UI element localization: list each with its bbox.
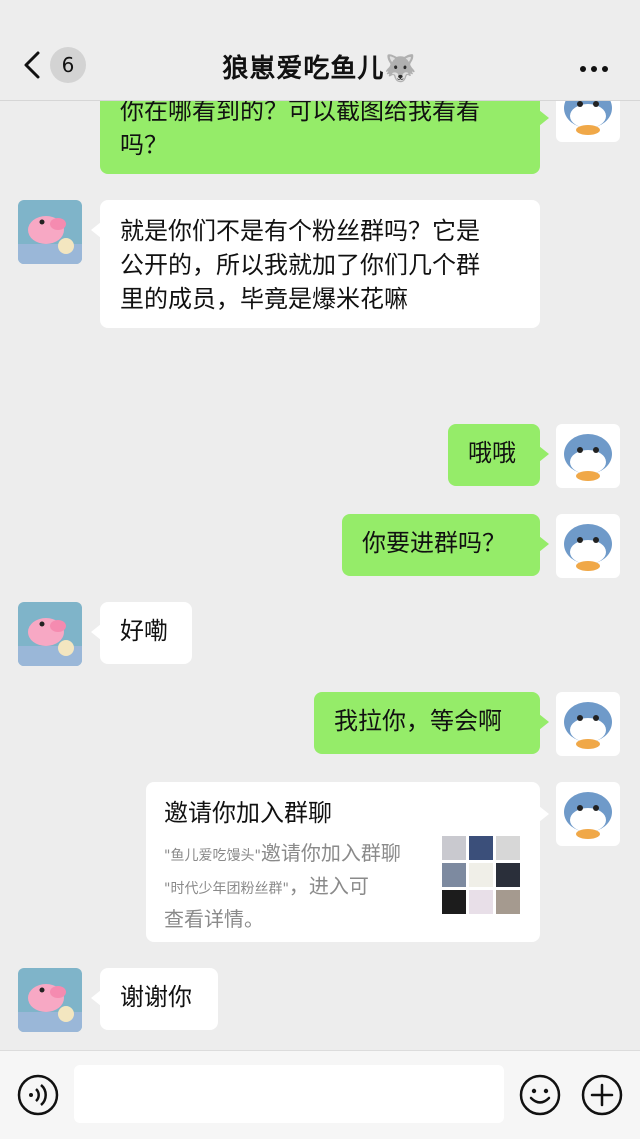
- plus-icon[interactable]: [580, 1073, 624, 1117]
- invite-card-group-name: 时代少年团粉丝群: [170, 881, 283, 897]
- avatar-self[interactable]: [556, 782, 620, 846]
- message-bubble-incoming[interactable]: 谢谢你: [91, 968, 218, 1030]
- pig-avatar-icon: [18, 602, 82, 666]
- avatar-contact[interactable]: [18, 968, 82, 1032]
- emoji-icon[interactable]: [518, 1073, 562, 1117]
- message-bubble-outgoing[interactable]: 哦哦: [448, 424, 549, 486]
- avatar-contact[interactable]: [18, 602, 82, 666]
- message-text: 好嘞: [120, 617, 168, 645]
- invite-card-desc-suffix: ，进入可: [288, 874, 369, 898]
- chat-title: 狼崽爱吃鱼儿🐺: [222, 54, 418, 84]
- invite-card-description: "鱼儿爱吃馒头"邀请你加入群聊 "时代少年团粉丝群"，进入可 查看详情。: [164, 841, 401, 931]
- group-invite-card[interactable]: 邀请你加入群聊 "鱼儿爱吃馒头"邀请你加入群聊 "时代少年团粉丝群"，进入可 查…: [146, 782, 549, 942]
- message-text: 谢谢你: [120, 983, 192, 1011]
- message-text: 你要进群吗？: [362, 529, 506, 557]
- more-dots-icon[interactable]: [580, 58, 614, 72]
- shark-avatar-icon: [556, 782, 620, 846]
- invite-card-title: 邀请你加入群聊: [164, 799, 332, 827]
- invite-card-inviter: 鱼儿爱吃馒头: [170, 848, 255, 864]
- message-text-line: 吗？: [120, 131, 168, 159]
- invite-card-desc-line: 查看详情。: [164, 907, 264, 931]
- message-text: 我拉你，等会啊: [334, 707, 502, 735]
- voice-icon[interactable]: [16, 1073, 60, 1117]
- chat-area[interactable]: 你在哪看到的？可以截图给我看看 吗？ 就是你们不是有个粉丝群吗？它是 公开的，所…: [0, 0, 640, 1048]
- message-text-line: 里的成员，毕竟是爆米花嘛: [120, 285, 408, 313]
- shark-avatar-icon: [556, 692, 620, 756]
- message-bubble-outgoing[interactable]: 你要进群吗？: [342, 514, 549, 576]
- message-text: 哦哦: [468, 439, 516, 467]
- message-bubble-outgoing[interactable]: 我拉你，等会啊: [314, 692, 549, 754]
- group-thumbnail-grid: [442, 836, 520, 914]
- pig-avatar-icon: [18, 200, 82, 264]
- avatar-self[interactable]: [556, 692, 620, 756]
- message-input[interactable]: [74, 1065, 504, 1123]
- avatar-self[interactable]: [556, 424, 620, 488]
- message-bubble-incoming[interactable]: 好嘞: [91, 602, 192, 664]
- shark-avatar-icon: [556, 514, 620, 578]
- message-text-line: 就是你们不是有个粉丝群吗？它是: [120, 217, 480, 245]
- message-text-line: 公开的，所以我就加了你们几个群: [120, 251, 480, 279]
- shark-avatar-icon: [556, 424, 620, 488]
- chat-header: 6 狼崽爱吃鱼儿🐺: [0, 0, 640, 101]
- avatar-contact[interactable]: [18, 200, 82, 264]
- avatar-self[interactable]: [556, 514, 620, 578]
- invite-card-desc-suffix: 邀请你加入群聊: [260, 841, 401, 865]
- message-bubble-incoming[interactable]: 就是你们不是有个粉丝群吗？它是 公开的，所以我就加了你们几个群 里的成员，毕竟是…: [91, 200, 540, 328]
- input-bar: [0, 1050, 640, 1139]
- pig-avatar-icon: [18, 968, 82, 1032]
